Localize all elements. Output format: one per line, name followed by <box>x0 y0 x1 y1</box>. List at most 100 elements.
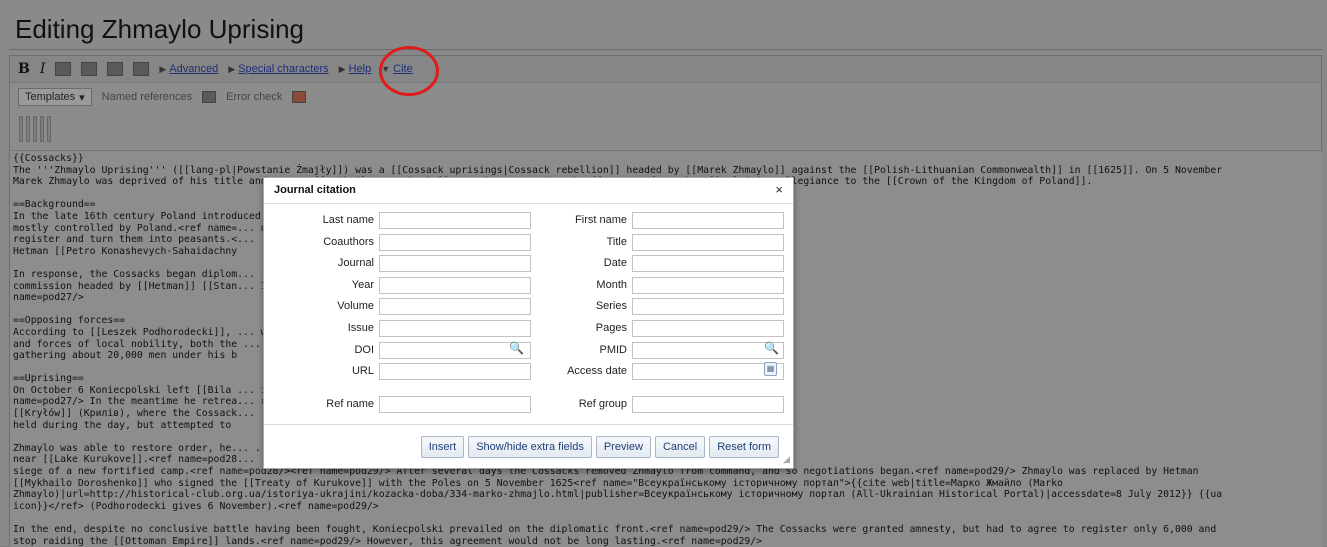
preview-button[interactable]: Preview <box>595 435 651 458</box>
field-label: Issue <box>347 322 374 334</box>
first-name-input[interactable] <box>632 211 784 229</box>
field-label: Volume <box>337 300 374 312</box>
named-references-button[interactable]: Named references <box>102 91 193 103</box>
editing-toolbar: B I ▶ Advanced ▶ Special characters ▶ Help … <box>10 56 1321 83</box>
series-input[interactable] <box>632 297 784 315</box>
field-month: Month <box>522 276 784 294</box>
year-input[interactable] <box>379 276 531 294</box>
search-icon[interactable]: 🔍 <box>764 341 779 355</box>
special-characters-link[interactable]: ▶ Special characters <box>228 63 328 75</box>
calendar-icon[interactable]: ▦ <box>764 362 777 376</box>
field-series: Series <box>522 297 784 315</box>
error-check-icon[interactable] <box>292 91 307 103</box>
field-first-name: First name <box>522 211 784 229</box>
field-label: URL <box>351 365 374 377</box>
field-label: Date <box>603 257 627 269</box>
bold-button[interactable]: B <box>18 61 30 77</box>
title-input[interactable] <box>632 233 784 251</box>
ref-name-input[interactable] <box>379 395 531 413</box>
show-hide-fields-button[interactable]: Show/hide extra fields <box>468 435 592 458</box>
char-column[interactable] <box>19 116 23 142</box>
field-label: Ref group <box>578 398 627 410</box>
highlight-circle <box>379 46 439 96</box>
page-title: Editing Zhmaylo Uprising <box>9 6 1322 50</box>
wikitext-line: stop raiding the [[Ottoman Empire]] land… <box>13 535 763 547</box>
field-label: Journal <box>337 257 374 269</box>
insert-button[interactable]: Insert <box>420 435 465 458</box>
field-label: PMID <box>599 344 628 356</box>
warning-icon[interactable] <box>133 62 150 76</box>
month-input[interactable] <box>632 276 784 294</box>
templates-dropdown[interactable]: Templates ▾ <box>18 88 92 106</box>
field-ref-group: Ref group <box>522 395 784 413</box>
access-date-input[interactable] <box>632 362 784 380</box>
char-column[interactable] <box>26 116 30 142</box>
field-label: Pages <box>595 322 627 334</box>
wikitext-line: [[Mykhailo Doroshenko]] who signed the [… <box>13 477 1063 489</box>
volume-input[interactable] <box>379 297 531 315</box>
image-icon[interactable] <box>55 62 72 76</box>
field-label: Last name <box>322 214 374 226</box>
reset-form-button[interactable]: Reset form <box>709 435 779 458</box>
dialog-form: Last name Coauthors Journal Year Volume Issue… <box>264 204 793 424</box>
special-characters-bar <box>19 116 51 142</box>
references-icon[interactable] <box>202 91 217 103</box>
field-title: Title <box>522 233 784 251</box>
field-label: First name <box>575 214 627 226</box>
link-icon[interactable] <box>107 62 124 76</box>
dialog-titlebar: Journal citation × <box>264 178 793 204</box>
pmid-input[interactable] <box>632 341 784 359</box>
cite-toolbar: Templates ▾ Named references Error check <box>10 84 1321 110</box>
field-issue: Issue <box>269 319 531 337</box>
char-column[interactable] <box>33 116 37 142</box>
journal-citation-dialog: Journal citation × Last name Coauthors Jou… <box>263 177 794 469</box>
field-url: URL <box>269 362 531 380</box>
help-link[interactable]: ▶ Help <box>339 63 372 75</box>
close-icon[interactable]: × <box>775 182 783 197</box>
field-label: Month <box>596 279 627 291</box>
dialog-buttons: Insert Show/hide extra fields Preview Ca… <box>264 424 793 468</box>
dialog-title: Journal citation <box>274 184 356 196</box>
italic-button[interactable]: I <box>40 61 46 77</box>
date-input[interactable] <box>632 254 784 272</box>
field-last-name: Last name <box>269 211 531 229</box>
field-access-date: Access date <box>522 362 784 380</box>
field-doi: DOI <box>269 341 531 359</box>
advanced-link[interactable]: ▶ Advanced <box>159 63 218 75</box>
field-label: Ref name <box>326 398 374 410</box>
field-journal: Journal <box>269 254 531 272</box>
field-date: Date <box>522 254 784 272</box>
field-year: Year <box>269 276 531 294</box>
char-column[interactable] <box>47 116 51 142</box>
field-label: DOI <box>354 344 374 356</box>
url-input[interactable] <box>379 362 531 380</box>
resize-grip-icon[interactable]: ◢ <box>783 454 790 465</box>
ref-group-input[interactable] <box>632 395 784 413</box>
field-label: Access date <box>567 365 627 377</box>
wikitext-line: In the end, despite no conclusive battle… <box>13 524 1217 535</box>
field-label: Series <box>595 300 627 312</box>
char-column[interactable] <box>40 116 44 142</box>
chevron-down-icon: ▾ <box>79 91 85 104</box>
signature-icon[interactable] <box>81 62 98 76</box>
wikitext-line: Zhmaylo)|url=http://historical-club.org.… <box>13 489 1223 501</box>
field-label: Year <box>351 279 374 291</box>
wikitext-line: icon}}</ref> (Podhorodecki gives 6 Novem… <box>13 500 379 512</box>
journal-input[interactable] <box>379 254 531 272</box>
wikitext-line <box>13 512 1320 524</box>
field-coauthors: Coauthors <box>269 233 531 251</box>
field-volume: Volume <box>269 297 531 315</box>
pages-input[interactable] <box>632 319 784 337</box>
last-name-input[interactable] <box>379 211 531 229</box>
field-label: Coauthors <box>323 236 374 248</box>
field-ref-name: Ref name <box>269 395 531 413</box>
field-pmid: PMID <box>522 341 784 359</box>
field-label: Title <box>606 236 627 248</box>
wikitext-line: The '''Zhmaylo Uprising''' ([[lang-pl|Po… <box>13 164 1223 176</box>
field-pages: Pages <box>522 319 784 337</box>
coauthors-input[interactable] <box>379 233 531 251</box>
error-check-button[interactable]: Error check <box>226 91 282 103</box>
wikitext-line: {{Cossacks}} <box>13 153 84 164</box>
issue-input[interactable] <box>379 319 531 337</box>
cancel-button[interactable]: Cancel <box>654 435 706 458</box>
